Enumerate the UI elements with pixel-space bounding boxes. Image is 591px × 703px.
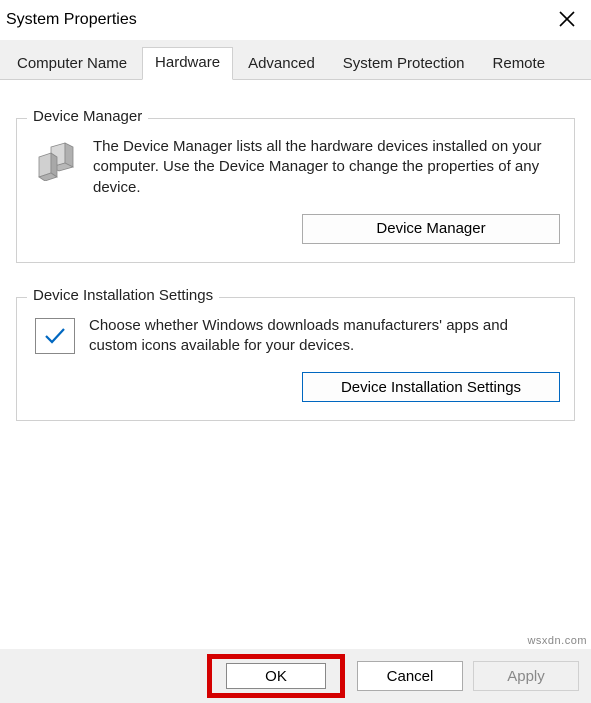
device-manager-icon	[35, 139, 79, 181]
tab-content: Device Manager The Device Manager lists …	[0, 80, 591, 703]
install-settings-btnrow: Device Installation Settings	[31, 372, 560, 402]
ok-highlight: OK	[207, 654, 345, 698]
close-button[interactable]	[551, 4, 583, 36]
device-manager-legend: Device Manager	[27, 108, 148, 125]
device-manager-button[interactable]: Device Manager	[302, 214, 560, 244]
install-settings-row: Choose whether Windows downloads manufac…	[31, 316, 560, 357]
system-properties-window: System Properties Computer Name Hardware…	[0, 0, 591, 703]
dialog-footer: OK Cancel Apply	[0, 649, 591, 703]
tabstrip: Computer Name Hardware Advanced System P…	[0, 40, 591, 80]
ok-button[interactable]: OK	[226, 663, 326, 689]
watermark: wsxdn.com	[527, 635, 587, 647]
device-installation-settings-button[interactable]: Device Installation Settings	[302, 372, 560, 402]
apply-button[interactable]: Apply	[473, 661, 579, 691]
cancel-button[interactable]: Cancel	[357, 661, 463, 691]
install-settings-group: Device Installation Settings Choose whet…	[16, 297, 575, 422]
window-title: System Properties	[6, 11, 137, 29]
device-manager-group: Device Manager The Device Manager lists …	[16, 118, 575, 263]
install-settings-desc: Choose whether Windows downloads manufac…	[89, 316, 560, 357]
close-icon	[559, 11, 575, 30]
device-manager-desc: The Device Manager lists all the hardwar…	[93, 137, 560, 198]
tab-remote[interactable]: Remote	[480, 48, 559, 80]
install-settings-legend: Device Installation Settings	[27, 287, 219, 304]
tab-system-protection[interactable]: System Protection	[330, 48, 478, 80]
tab-advanced[interactable]: Advanced	[235, 48, 328, 80]
device-manager-row: The Device Manager lists all the hardwar…	[31, 137, 560, 198]
device-manager-btnrow: Device Manager	[31, 214, 560, 244]
tab-computer-name[interactable]: Computer Name	[4, 48, 140, 80]
checkmark-icon	[35, 318, 75, 354]
titlebar: System Properties	[0, 0, 591, 40]
tab-hardware[interactable]: Hardware	[142, 47, 233, 80]
